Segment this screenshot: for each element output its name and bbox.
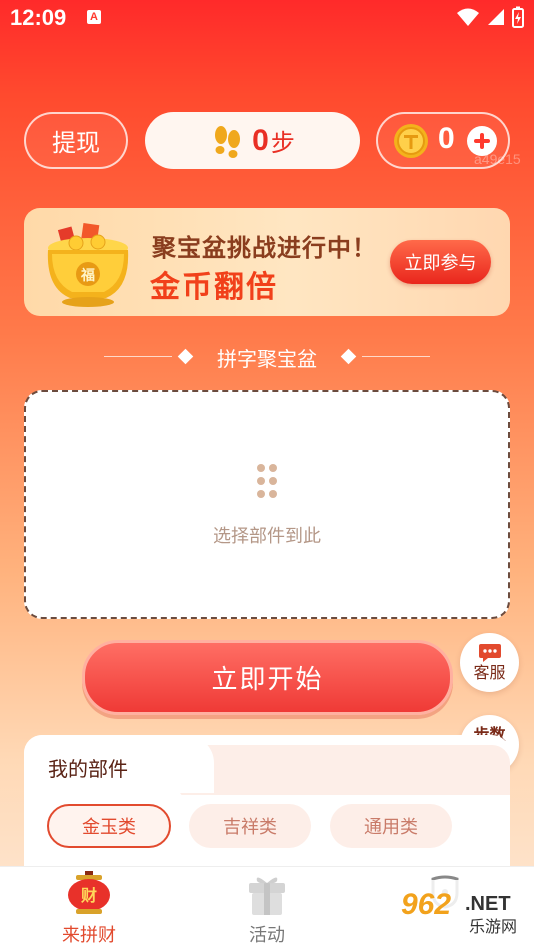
join-now-label: 立即参与 [404, 253, 477, 274]
lantern-icon: 财 [68, 871, 110, 914]
category-tab-jinyu[interactable]: 金玉类 [47, 804, 171, 848]
start-now-label: 立即开始 [211, 665, 324, 695]
steps-unit: 步 [270, 129, 295, 157]
heading-right-line [362, 356, 430, 357]
start-now-button[interactable]: 立即开始 [82, 640, 453, 715]
my-parts-panel: 我的部件 金玉类 吉祥类 通用类 [24, 735, 510, 875]
part-drop-area[interactable]: 选择部件到此 [24, 390, 510, 619]
watermark-caption: 乐游网 [469, 917, 517, 936]
faint-code-text: a49e15 [474, 151, 521, 167]
withdraw-button[interactable]: 提现 [24, 112, 128, 169]
wifi-icon [457, 8, 479, 26]
treasure-pot-icon: 福 [47, 222, 129, 307]
section-heading: 拼字聚宝盆 [0, 340, 534, 372]
category-label: 通用类 [364, 817, 418, 838]
coin-icon [394, 124, 428, 158]
parts-title: 我的部件 [48, 757, 128, 781]
steps-pill[interactable]: 0 步 [145, 112, 360, 169]
banner-subtitle: 金币翻倍 [150, 270, 278, 305]
drop-hint-text: 选择部件到此 [213, 526, 321, 547]
signal-icon [488, 9, 504, 25]
banner-title: 聚宝盆挑战进行中！ [152, 234, 377, 262]
pot-character: 福 [80, 267, 95, 284]
category-tab-tongyong[interactable]: 通用类 [330, 804, 452, 848]
join-now-button[interactable]: 立即参与 [390, 240, 491, 284]
category-label: 金玉类 [82, 817, 136, 838]
drag-handle-icon [257, 464, 279, 500]
footprints-icon [215, 125, 241, 158]
status-bar: 12:09 A [0, 0, 534, 36]
gift-icon [249, 877, 285, 915]
nav-label-laipincai: 来拼财 [62, 925, 116, 946]
withdraw-label: 提现 [52, 129, 100, 157]
steps-value: 0 [252, 123, 269, 157]
watermark-suffix: .NET [465, 893, 511, 915]
section-title: 拼字聚宝盆 [217, 347, 317, 371]
challenge-banner[interactable]: 福 聚宝盆挑战进行中！ 金币翻倍 立即参与 [24, 208, 510, 316]
chat-bubble-icon [478, 643, 501, 662]
parts-tab-background [194, 745, 510, 795]
customer-service-button[interactable]: 客服 [460, 633, 519, 692]
coin-value: 0 [438, 122, 455, 155]
status-time: 12:09 [10, 5, 67, 30]
status-icons [456, 6, 524, 28]
watermark-brand: 962 [401, 888, 451, 921]
category-label: 吉祥类 [223, 817, 277, 838]
battery-icon [512, 6, 524, 28]
site-watermark-logo: 962 .NET 乐游网 [395, 880, 527, 938]
customer-service-label: 客服 [473, 662, 506, 682]
lantern-character: 财 [80, 886, 97, 905]
notification-badge: A [87, 10, 101, 24]
nav-tab-laipincai[interactable]: 财 来拼财 [29, 867, 149, 951]
nav-label-activity: 活动 [249, 925, 285, 946]
nav-tab-activity[interactable]: 活动 [207, 867, 327, 951]
category-tab-jixiang[interactable]: 吉祥类 [189, 804, 311, 848]
